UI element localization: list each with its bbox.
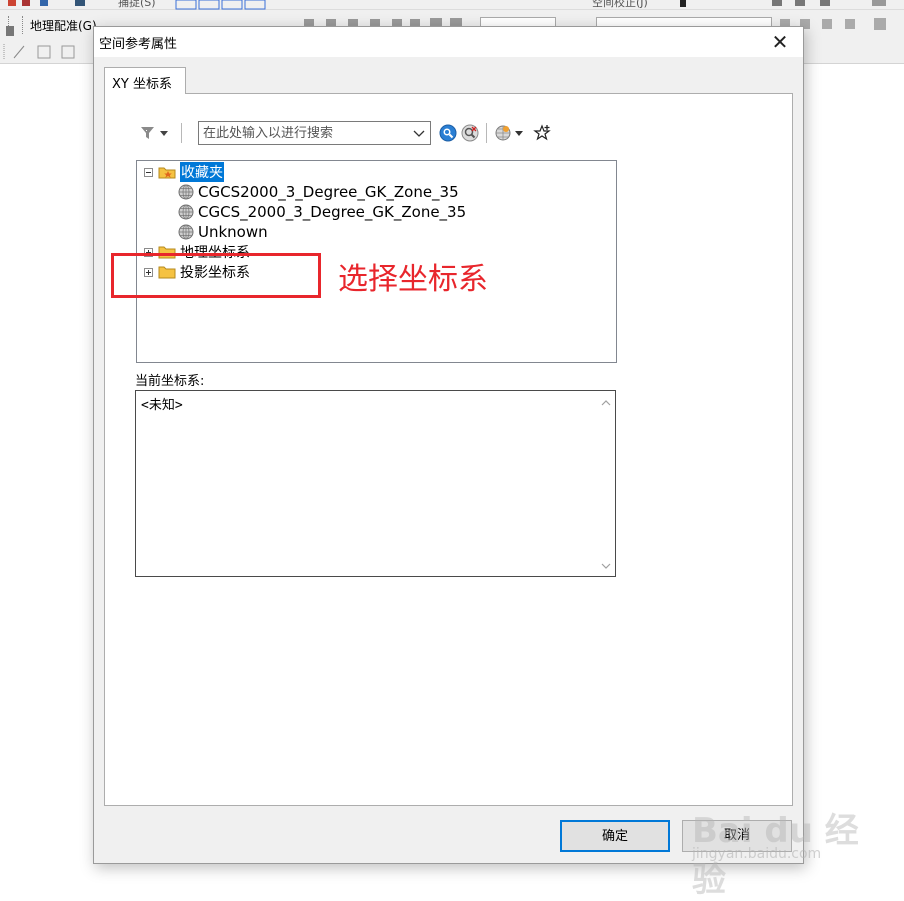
top-toolbar-strip: 捕捉(S) 空间校正(J) bbox=[0, 0, 904, 10]
tree-node-label: CGCS_2000_3_Degree_GK_Zone_35 bbox=[198, 203, 467, 221]
dialog-titlebar[interactable]: 空间参考属性 ✕ bbox=[94, 27, 803, 57]
search-icon[interactable] bbox=[439, 124, 457, 142]
ok-button[interactable]: 确定 bbox=[560, 820, 670, 852]
add-coordinate-system-dropdown[interactable] bbox=[495, 124, 527, 142]
chevron-down-icon bbox=[515, 131, 523, 136]
search-combobox[interactable] bbox=[198, 121, 431, 145]
search-input[interactable] bbox=[203, 124, 408, 142]
favorites-folder-icon bbox=[158, 167, 176, 179]
current-cs-textbox[interactable]: <未知> bbox=[135, 390, 616, 577]
collapse-icon[interactable] bbox=[144, 167, 153, 177]
globe-icon bbox=[178, 224, 194, 240]
ok-button-label: 确定 bbox=[601, 829, 628, 844]
current-cs-label: 当前坐标系: bbox=[135, 374, 205, 389]
tree-node-favorites[interactable]: 收藏夹 bbox=[144, 162, 224, 182]
toolbar-separator bbox=[181, 123, 182, 143]
current-cs-value: <未知> bbox=[141, 398, 183, 413]
cancel-button-label: 取消 bbox=[723, 828, 750, 843]
filter-icon bbox=[141, 127, 154, 139]
tree-node-label: Unknown bbox=[198, 223, 268, 241]
scroll-up-icon[interactable] bbox=[601, 399, 611, 407]
dialog-title: 空间参考属性 bbox=[99, 37, 178, 52]
tree-node-cs[interactable]: Unknown bbox=[178, 222, 268, 242]
close-icon: ✕ bbox=[771, 30, 789, 54]
chevron-down-icon[interactable] bbox=[412, 125, 426, 141]
filter-dropdown-button[interactable] bbox=[139, 124, 171, 142]
toolbar-separator bbox=[486, 123, 487, 143]
globe-add-icon bbox=[495, 125, 511, 141]
annotation-label: 选择坐标系 bbox=[338, 262, 488, 297]
toolbar-icons-row-1[interactable] bbox=[0, 0, 904, 10]
scroll-down-icon[interactable] bbox=[601, 562, 611, 570]
globe-icon bbox=[178, 204, 194, 220]
tab-xy-coordinate-system[interactable]: XY 坐标系 bbox=[104, 67, 186, 94]
close-button[interactable]: ✕ bbox=[767, 29, 793, 55]
chevron-down-icon bbox=[160, 131, 168, 136]
globe-icon bbox=[178, 184, 194, 200]
tree-node-label: CGCS2000_3_Degree_GK_Zone_35 bbox=[198, 183, 459, 201]
clear-search-icon[interactable] bbox=[461, 124, 479, 142]
tab-label: XY 坐标系 bbox=[112, 77, 172, 92]
tree-node-cs[interactable]: CGCS_2000_3_Degree_GK_Zone_35 bbox=[178, 202, 466, 222]
tree-node-label: 收藏夹 bbox=[180, 162, 224, 182]
annotation-highlight-box bbox=[111, 253, 321, 298]
tree-node-cs[interactable]: CGCS2000_3_Degree_GK_Zone_35 bbox=[178, 182, 459, 202]
add-to-favorites-icon[interactable] bbox=[533, 124, 551, 142]
cancel-button[interactable]: 取消 bbox=[682, 820, 792, 852]
